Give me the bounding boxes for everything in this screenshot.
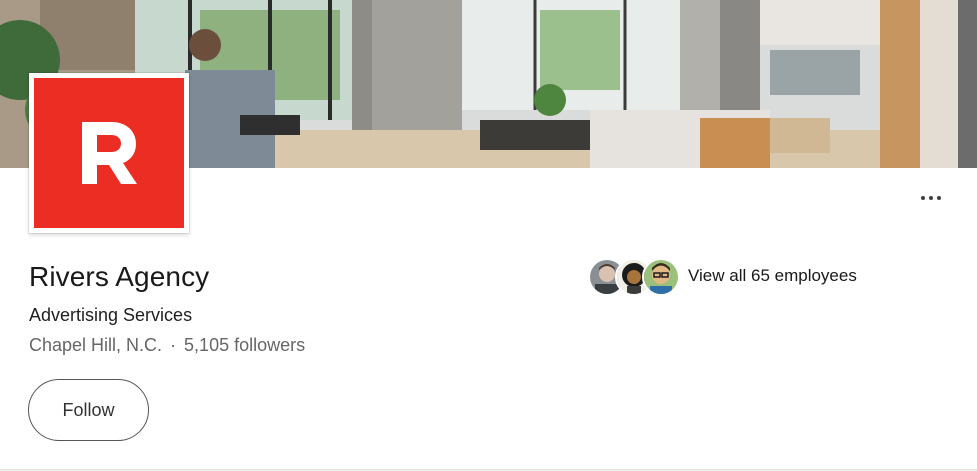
company-meta: Chapel Hill, N.C. · 5,105 followers: [29, 335, 305, 356]
employee-avatars: [588, 257, 680, 296]
company-location: Chapel Hill, N.C.: [29, 335, 163, 355]
view-employees-link[interactable]: View all 65 employees: [588, 257, 857, 296]
meta-separator: ·: [170, 335, 177, 355]
company-followers: 5,105 followers: [184, 335, 306, 355]
company-profile-card: Rivers Agency Advertising Services Chape…: [0, 0, 977, 470]
view-employees-label: View all 65 employees: [688, 266, 857, 285]
company-name: Rivers Agency: [29, 261, 210, 292]
avatar: [642, 258, 680, 296]
company-logo[interactable]: [29, 73, 189, 233]
follow-button[interactable]: Follow: [28, 379, 149, 441]
r-letter-logo-icon: [82, 122, 137, 184]
more-options-button[interactable]: [912, 186, 950, 210]
ellipsis-icon-dot: [929, 196, 933, 200]
ellipsis-icon: [921, 196, 925, 200]
company-logo-mark: [34, 78, 184, 228]
company-industry: Advertising Services: [29, 305, 193, 325]
ellipsis-icon-dot: [937, 196, 941, 200]
